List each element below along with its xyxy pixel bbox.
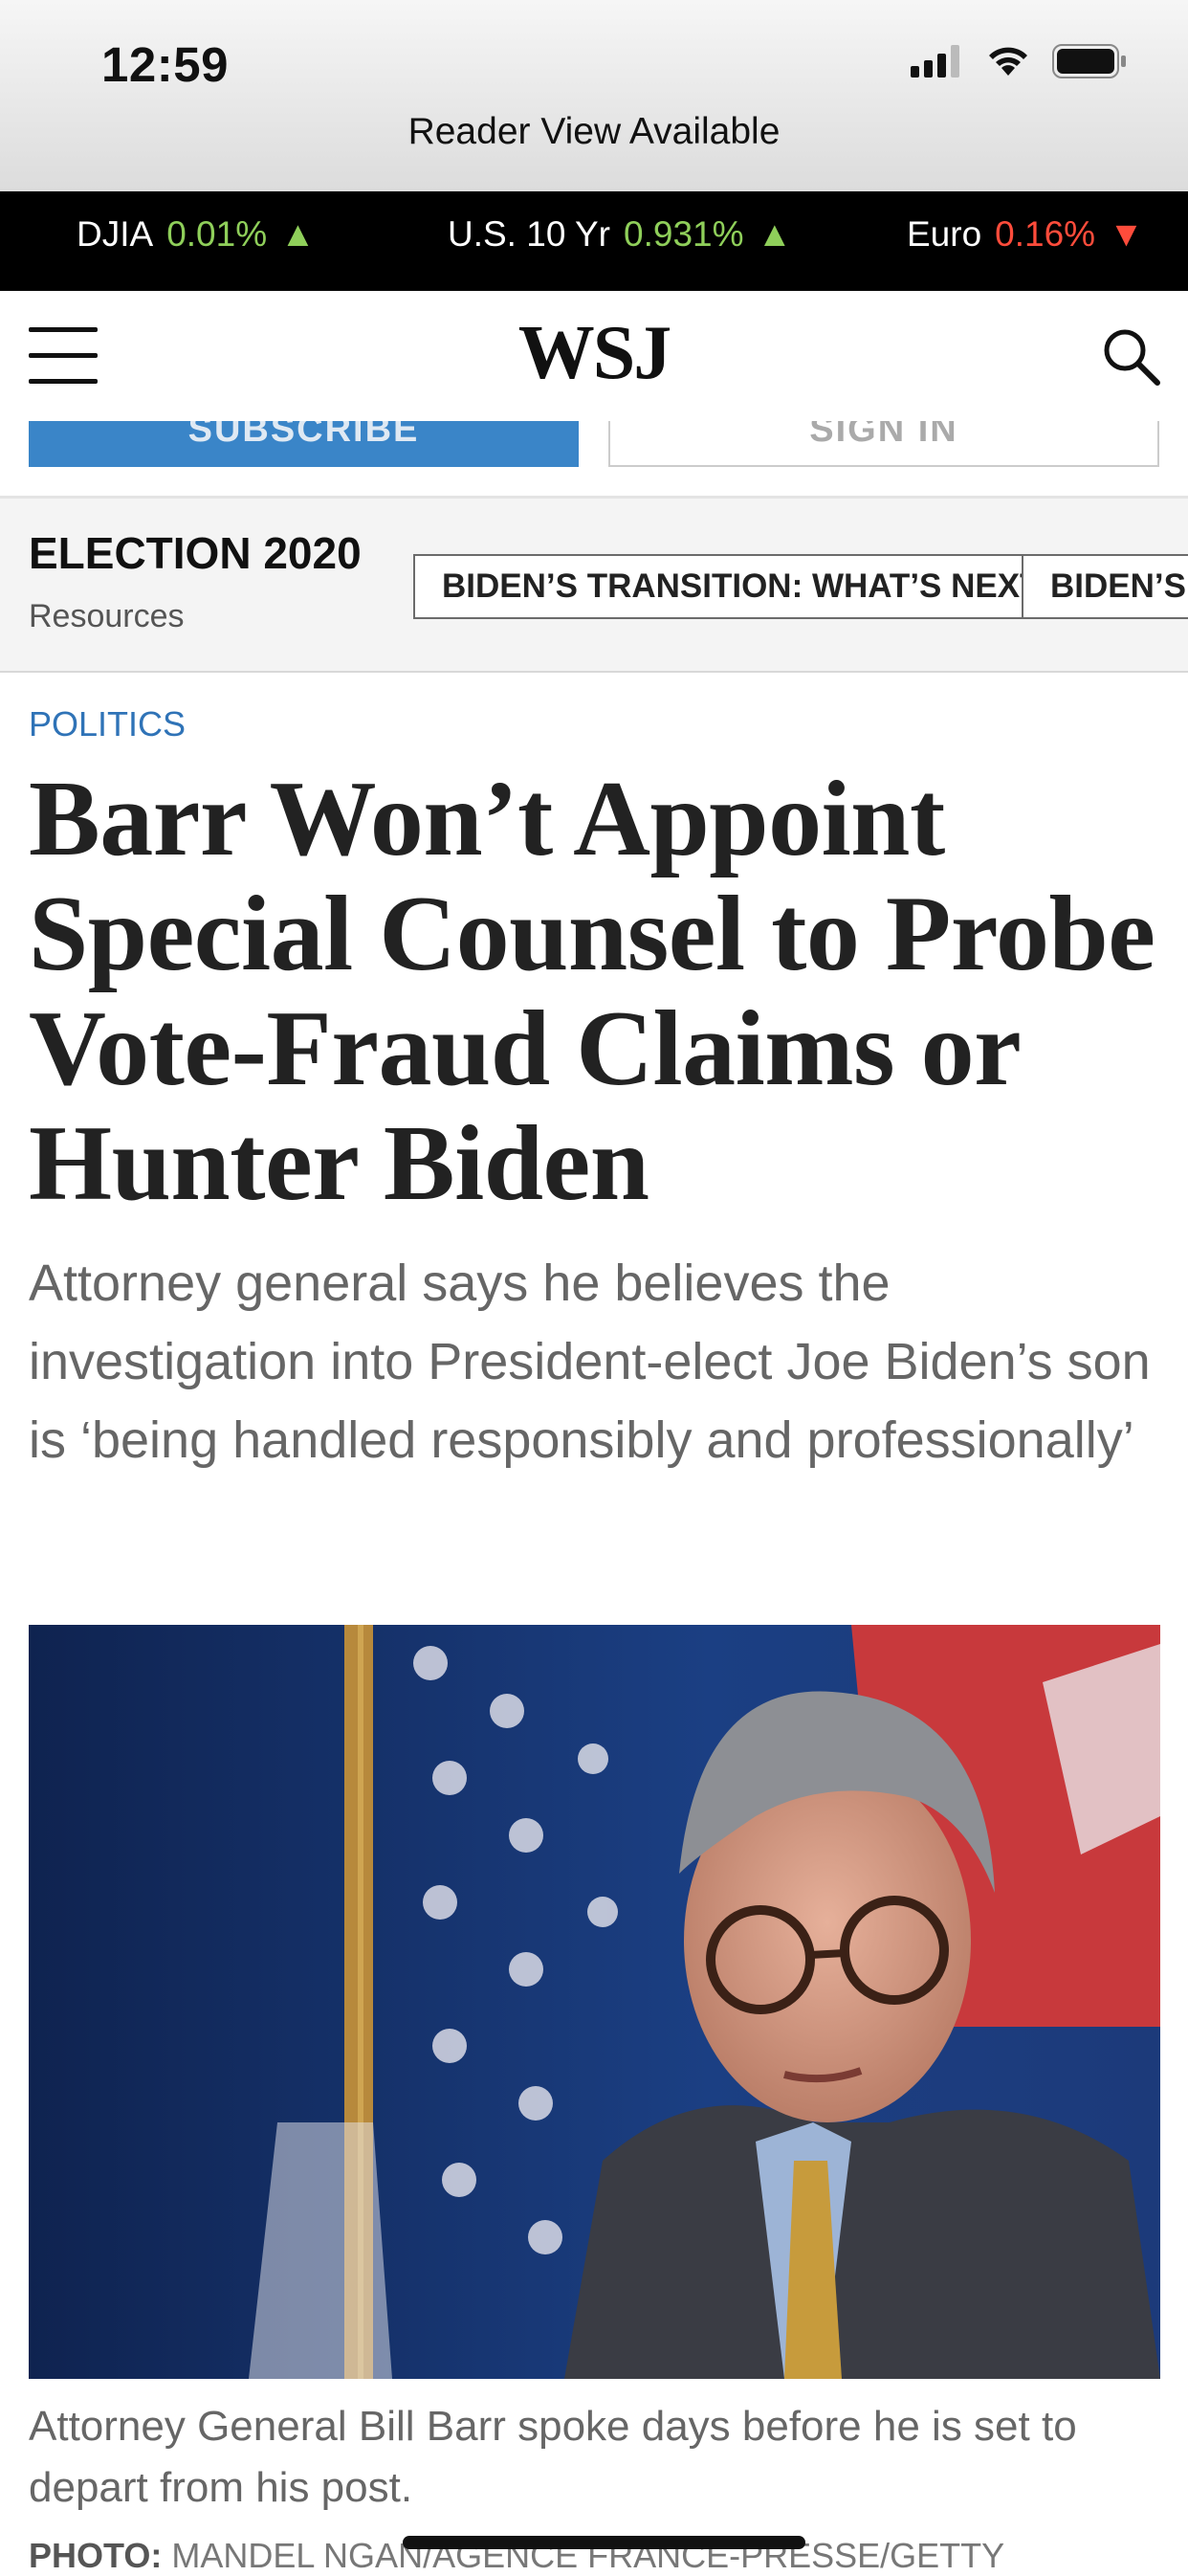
subscribe-strip: SUBSCRIBE SIGN IN [0,421,1188,499]
status-icons [911,44,1127,78]
ticker-value: 0.16% [995,214,1096,254]
browser-top-bar: 12:59 Reader View Available [0,0,1188,191]
up-arrow-icon: ▲ [757,214,793,254]
market-ticker: DJIA 0.01% ▲ U.S. 10 Yr 0.931% ▲ Euro 0.… [0,191,1188,291]
battery-icon [1052,44,1126,78]
ticker-value: 0.01% [166,214,268,254]
status-time: 12:59 [101,37,229,92]
ticker-item-10yr[interactable]: U.S. 10 Yr 0.931% ▲ [448,214,792,255]
ticker-value: 0.931% [624,214,744,254]
reader-view-banner[interactable]: Reader View Available [0,111,1188,153]
search-icon[interactable] [1100,325,1161,387]
article-dek: Attorney general says he believes the in… [29,1255,1151,1469]
election-subtitle: Resources [29,598,185,634]
photo-illustration [29,1625,1160,2379]
sign-in-button[interactable]: SIGN IN [608,421,1159,467]
chip-bidens-transition[interactable]: BIDEN’S TRANSITION: WHAT’S NEXT [413,554,1069,619]
signal-icon [911,45,959,78]
article-headline: Barr Won’t Appoint Special Counsel to Pr… [29,760,1155,1223]
home-indicator[interactable] [403,2536,805,2549]
wifi-icon [989,47,1027,76]
chip-bidens-next[interactable]: BIDEN’S A [1022,554,1188,619]
site-header: WSJ [0,291,1188,423]
article-photo[interactable] [29,1625,1160,2379]
subscribe-button[interactable]: SUBSCRIBE [29,421,579,467]
wsj-logo[interactable]: WSJ [0,310,1188,397]
ticker-name: U.S. 10 Yr [448,214,611,254]
ticker-item-djia[interactable]: DJIA 0.01% ▲ [77,214,316,255]
up-arrow-icon: ▲ [280,214,316,254]
ticker-item-euro[interactable]: Euro 0.16% ▼ [907,214,1144,255]
ticker-name: DJIA [77,214,154,254]
ticker-name: Euro [907,214,982,254]
photo-caption: Attorney General Bill Barr spoke days be… [29,2403,1077,2511]
down-arrow-icon: ▼ [1109,214,1144,254]
section-label[interactable]: POLITICS [29,704,186,744]
election-title[interactable]: ELECTION 2020 [29,527,362,579]
election-nav: ELECTION 2020 Resources BIDEN’S TRANSITI… [0,499,1188,673]
photo-credit-label: PHOTO: [29,2536,163,2575]
